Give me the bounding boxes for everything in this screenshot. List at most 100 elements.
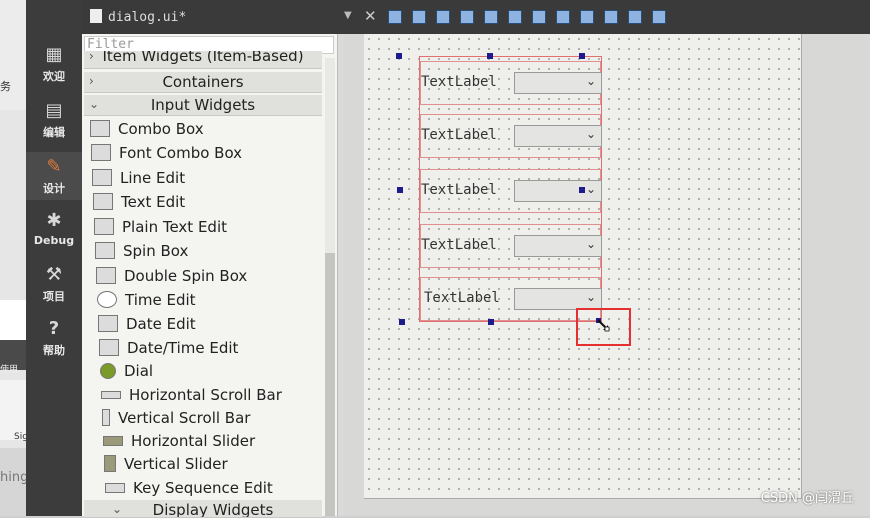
widget-line-edit[interactable]: Line Edit <box>92 169 185 191</box>
widget-horizontal-slider[interactable]: Horizontal Slider <box>103 432 255 454</box>
combo-box-icon <box>90 120 110 137</box>
combo-box[interactable]: ⌄ <box>514 180 602 202</box>
widget-double-spin-box[interactable]: Double Spin Box <box>96 267 247 289</box>
chevron-down-icon: ⌄ <box>585 237 596 251</box>
chevron-down-icon: ⌄ <box>585 74 596 88</box>
vslider-icon <box>104 455 116 472</box>
combo-box[interactable]: ⌄ <box>514 288 602 310</box>
form-row[interactable]: TextLabel ⌄ <box>420 169 602 213</box>
form-row[interactable]: TextLabel ⌄ <box>420 114 602 158</box>
selection-handle[interactable] <box>488 319 494 325</box>
mode-projects[interactable]: ⚒ 项目 <box>26 264 82 304</box>
combo-box[interactable]: ⌄ <box>514 125 602 147</box>
category-label: Item Widgets (Item-Based) <box>102 51 304 65</box>
mode-help[interactable]: ? 帮助 <box>26 318 82 358</box>
selection-handle[interactable] <box>487 53 493 59</box>
chevron-down-icon: ⌄ <box>585 182 596 196</box>
widget-label: Spin Box <box>123 242 189 260</box>
text-label[interactable]: TextLabel <box>421 182 497 198</box>
widget-combo-box[interactable]: Combo Box <box>90 120 204 142</box>
widget-label: Vertical Slider <box>124 455 228 473</box>
widget-key-sequence-edit[interactable]: Key Sequence Edit <box>105 479 273 501</box>
widget-plain-text-edit[interactable]: Plain Text Edit <box>94 218 227 240</box>
widget-dial[interactable]: Dial <box>100 362 153 384</box>
widget-font-combo-box[interactable]: Font Combo Box <box>91 144 242 166</box>
text-label[interactable]: TextLabel <box>421 127 497 143</box>
break-layout-icon[interactable] <box>628 10 642 24</box>
clock-icon <box>97 291 117 308</box>
category-input-widgets[interactable]: ⌄ Input Widgets <box>84 95 322 116</box>
form-row[interactable]: TextLabel ⌄ <box>420 277 602 321</box>
mode-label: 欢迎 <box>43 70 65 83</box>
edit-signals-icon[interactable] <box>412 10 426 24</box>
widget-label: Date Edit <box>126 315 196 333</box>
selection-handle[interactable] <box>397 187 403 193</box>
widget-date-time-edit[interactable]: Date/Time Edit <box>99 339 238 361</box>
widget-time-edit[interactable]: Time Edit <box>97 291 196 313</box>
category-display-widgets[interactable]: ⌄ Display Widgets <box>84 500 322 518</box>
text-label[interactable]: TextLabel <box>421 237 497 253</box>
widget-vertical-slider[interactable]: Vertical Slider <box>104 455 228 477</box>
adjust-size-icon[interactable] <box>652 10 666 24</box>
widget-text-edit[interactable]: Text Edit <box>93 193 185 215</box>
edit-buddies-icon[interactable] <box>436 10 450 24</box>
form-row[interactable]: TextLabel ⌄ <box>420 61 602 105</box>
dialog-form[interactable]: TextLabel ⌄ TextLabel ⌄ TextLabel ⌄ Text… <box>364 34 802 499</box>
widget-label: Combo Box <box>118 120 204 138</box>
mode-edit[interactable]: ▤ 编辑 <box>26 100 82 140</box>
mode-design[interactable]: ✎ 设计 <box>26 152 82 200</box>
mode-label: 帮助 <box>43 344 65 357</box>
layout-grid-icon[interactable] <box>604 10 618 24</box>
document-title: dialog.ui* <box>108 10 187 25</box>
filter-placeholder: Filter <box>87 37 134 52</box>
layout-form-icon[interactable] <box>580 10 594 24</box>
layout-horizontal-icon[interactable] <box>484 10 498 24</box>
mode-debug[interactable]: ✱ Debug <box>26 210 82 247</box>
category-item-widgets[interactable]: › Item Widgets (Item-Based) <box>84 51 322 69</box>
mode-label: 设计 <box>43 182 65 195</box>
mode-label: Debug <box>33 234 75 247</box>
category-containers[interactable]: › Containers <box>84 72 322 93</box>
widget-label: Vertical Scroll Bar <box>118 409 251 427</box>
scrollbar-thumb[interactable] <box>325 253 335 516</box>
widget-vertical-scroll-bar[interactable]: Vertical Scroll Bar <box>102 409 250 431</box>
selection-handle[interactable] <box>579 187 585 193</box>
combo-box[interactable]: ⌄ <box>514 72 602 94</box>
layout-h-splitter-icon[interactable] <box>532 10 546 24</box>
edit-tab-order-icon[interactable] <box>460 10 474 24</box>
document-icon: ▤ <box>45 100 63 121</box>
widget-label: Horizontal Slider <box>131 432 256 450</box>
mode-welcome[interactable]: ▦ 欢迎 <box>26 44 82 84</box>
widget-label: Double Spin Box <box>124 267 248 285</box>
strip-text: hing <box>0 470 29 485</box>
selection-handle[interactable] <box>579 53 585 59</box>
widget-label: Dial <box>124 362 154 380</box>
selection-handle[interactable] <box>396 53 402 59</box>
layout-vertical-icon[interactable] <box>508 10 522 24</box>
chevron-down-icon[interactable]: ▼ <box>344 10 352 21</box>
hslider-icon <box>103 436 123 446</box>
text-label[interactable]: TextLabel <box>424 290 500 306</box>
dial-icon <box>100 363 116 379</box>
document-tab[interactable]: dialog.ui* <box>90 9 186 25</box>
layout-v-splitter-icon[interactable] <box>556 10 570 24</box>
edit-widgets-icon[interactable] <box>388 10 402 24</box>
widget-date-edit[interactable]: Date Edit <box>98 315 196 337</box>
vertical-layout[interactable]: TextLabel ⌄ TextLabel ⌄ TextLabel ⌄ Text… <box>419 56 602 322</box>
combo-box[interactable]: ⌄ <box>514 235 602 257</box>
widget-box-scrollbar[interactable] <box>325 58 335 516</box>
form-row[interactable]: TextLabel ⌄ <box>420 224 602 268</box>
widget-horizontal-scroll-bar[interactable]: Horizontal Scroll Bar <box>101 386 282 408</box>
grid-icon: ▦ <box>45 44 63 65</box>
strip-panel <box>0 300 26 340</box>
help-icon: ? <box>48 318 60 339</box>
close-icon[interactable]: ✕ <box>364 7 377 25</box>
font-combo-box-icon <box>91 144 111 161</box>
category-label: Containers <box>162 73 244 91</box>
mode-label: 编辑 <box>43 126 65 139</box>
panel-splitter[interactable] <box>337 34 344 516</box>
widget-spin-box[interactable]: Spin Box <box>95 242 188 264</box>
selection-handle[interactable] <box>399 319 405 325</box>
category-label: Display Widgets <box>152 501 274 518</box>
text-label[interactable]: TextLabel <box>421 74 497 90</box>
